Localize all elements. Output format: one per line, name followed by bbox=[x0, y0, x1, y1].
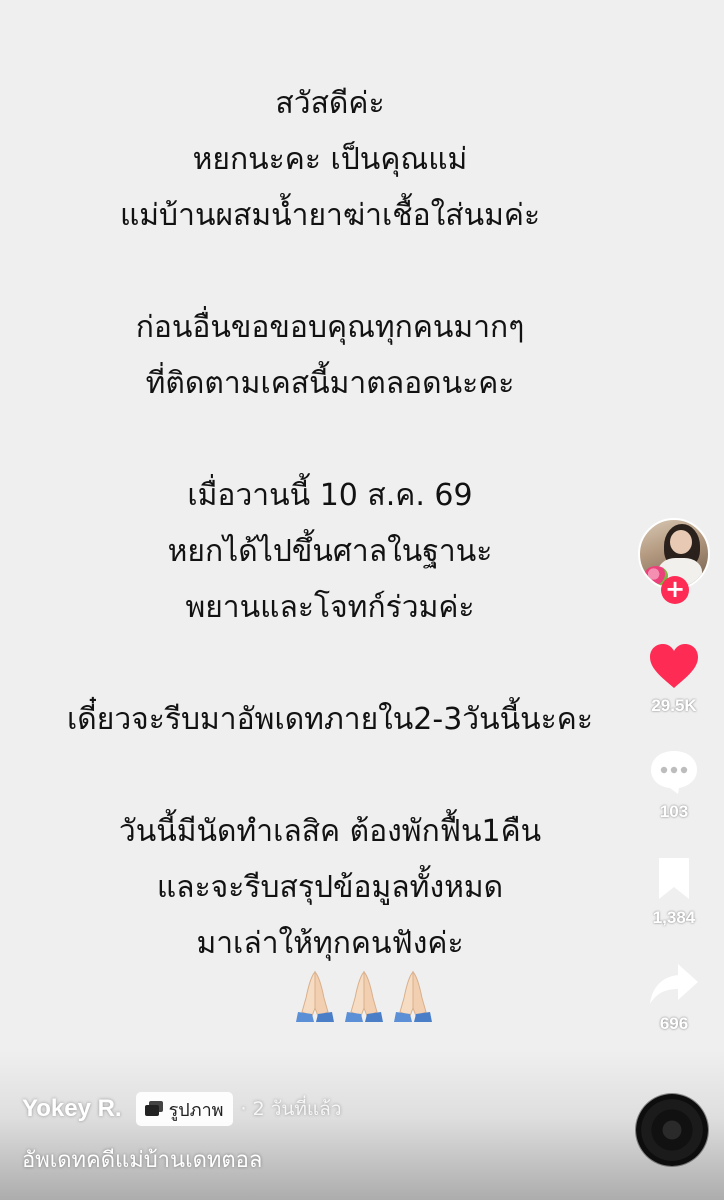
photo-badge-label: รูปภาพ bbox=[168, 1099, 224, 1121]
share-icon[interactable] bbox=[646, 956, 702, 1012]
post-text: สวัสดีค่ะ หยกนะคะ เป็นคุณแม่ แม่บ้านผสมน… bbox=[40, 76, 620, 1028]
share-button[interactable]: 696 bbox=[646, 956, 702, 1034]
post-image-canvas[interactable]: สวัสดีค่ะ หยกนะคะ เป็นคุณแม่ แม่บ้านผสมน… bbox=[0, 0, 724, 1200]
post-line: เมื่อวานนี้ 10 ส.ค. 69 bbox=[187, 478, 473, 513]
post-line: ที่ติดตามเคสนี้มาตลอดนะคะ bbox=[145, 366, 515, 401]
post-line: ก่อนอื่นขอขอบคุณทุกคนมากๆ bbox=[135, 310, 525, 345]
post-line: แม่บ้านผสมน้ำยาฆ่าเชื้อใส่นมค่ะ bbox=[119, 198, 541, 233]
comment-button[interactable]: 103 bbox=[646, 744, 702, 822]
author-name[interactable]: Yokey R. bbox=[22, 1095, 122, 1123]
follow-button[interactable]: + bbox=[661, 576, 689, 604]
pray-emoji-row bbox=[294, 968, 434, 1028]
post-paragraph: สวัสดีค่ะ หยกนะคะ เป็นคุณแม่ แม่บ้านผสมน… bbox=[40, 76, 620, 244]
post-line: เดี๋ยวจะรีบมาอัพเดทภายใน2-3วันนี้นะคะ bbox=[67, 702, 593, 737]
pray-emoji-icon bbox=[296, 970, 334, 1022]
post-line: หยกได้ไปขึ้นศาลในฐานะ bbox=[167, 534, 493, 569]
photo-badge-icon bbox=[144, 1100, 164, 1118]
profile-avatar[interactable]: + bbox=[638, 518, 710, 604]
post-paragraph: ก่อนอื่นขอขอบคุณทุกคนมากๆ ที่ติดตามเคสนี… bbox=[40, 300, 620, 412]
heart-icon[interactable] bbox=[646, 638, 702, 694]
photo-type-badge: รูปภาพ bbox=[135, 1092, 233, 1126]
post-line: สวัสดีค่ะ bbox=[275, 86, 385, 121]
comment-count: 103 bbox=[659, 802, 689, 821]
post-line: มาเล่าให้ทุกคนฟังค่ะ bbox=[196, 926, 464, 961]
post-time: · 2 วันที่แล้ว bbox=[240, 1098, 342, 1120]
pray-emoji-icon bbox=[394, 970, 432, 1022]
bookmark-icon[interactable] bbox=[646, 850, 702, 906]
share-count: 696 bbox=[659, 1014, 689, 1033]
comment-icon[interactable] bbox=[646, 744, 702, 800]
post-line: และจะรีบสรุปข้อมูลทั้งหมด bbox=[156, 870, 504, 905]
post-line: หยกนะคะ เป็นคุณแม่ bbox=[192, 142, 468, 177]
post-meta: Yokey R. รูปภาพ · 2 วันที่แล้ว bbox=[22, 1092, 342, 1126]
post-paragraph: เมื่อวานนี้ 10 ส.ค. 69 หยกได้ไปขึ้นศาลใน… bbox=[40, 468, 620, 636]
like-count: 29.5K bbox=[651, 696, 697, 715]
post-line: วันนี้มีนัดทำเลสิค ต้องพักฟื้น1คืน bbox=[118, 814, 542, 849]
music-disc-icon[interactable] bbox=[636, 1094, 708, 1166]
post-paragraph: เดี๋ยวจะรีบมาอัพเดทภายใน2-3วันนี้นะคะ bbox=[40, 692, 620, 748]
pray-emoji-icon bbox=[345, 970, 383, 1022]
post-caption[interactable]: อัพเดทคดีแม่บ้านเดทตอล bbox=[22, 1142, 262, 1177]
action-rail: + 29.5K 103 1,384 696 bbox=[636, 518, 712, 1062]
save-count: 1,384 bbox=[652, 908, 696, 927]
post-paragraph: วันนี้มีนัดทำเลสิค ต้องพักฟื้น1คืน และจะ… bbox=[40, 804, 620, 972]
post-line: พยานและโจทก์ร่วมค่ะ bbox=[185, 590, 475, 625]
save-button[interactable]: 1,384 bbox=[646, 850, 702, 928]
like-button[interactable]: 29.5K bbox=[646, 638, 702, 716]
